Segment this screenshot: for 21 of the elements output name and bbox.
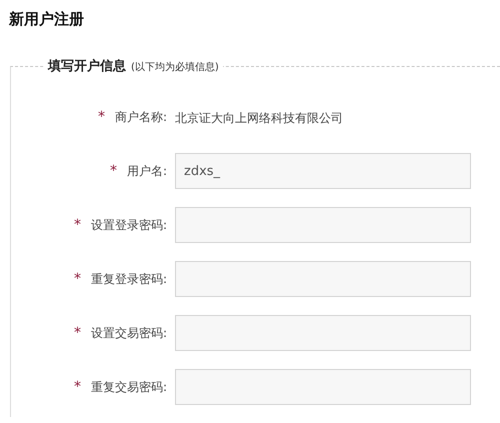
input-field[interactable] [175,315,471,351]
required-mark: * [74,271,81,287]
field-label: 设置登录密码: [90,216,167,234]
required-mark: * [74,217,81,233]
input-field[interactable]: zdxs_ [175,153,471,189]
field-label: 重复交易密码: [90,378,167,396]
section-title: 填写开户信息 [48,58,126,75]
input-field[interactable] [175,369,471,405]
required-mark: * [98,109,105,125]
section-note: (以下均为必填信息) [131,60,219,74]
field-label: 商户名称: [114,108,167,126]
required-mark: * [74,379,81,395]
input-field[interactable] [175,261,471,297]
field-label: 用户名: [126,162,167,180]
input-field[interactable] [175,207,471,243]
field-label: 设置交易密码: [90,324,167,342]
required-mark: * [110,163,117,179]
field-value: 北京证大向上网络科技有限公司 [175,111,343,125]
page-title: 新用户注册 [9,9,85,29]
required-mark: * [74,325,81,341]
field-label: 重复登录密码: [90,270,167,288]
